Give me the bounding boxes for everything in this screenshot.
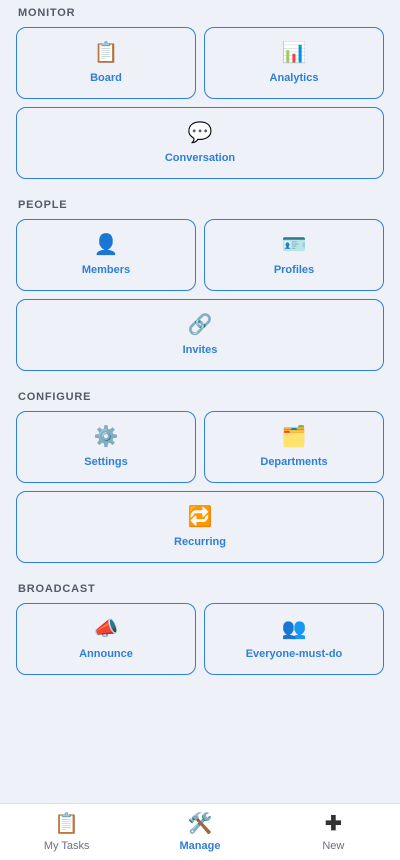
bar-chart-icon: 📊 (281, 42, 307, 64)
tile-settings[interactable]: ⚙️ Settings (16, 411, 196, 483)
tile-label: Departments (260, 456, 328, 468)
tile-label: Invites (182, 344, 218, 356)
tile-label: Settings (84, 456, 128, 468)
person-icon: 👤 (93, 234, 119, 256)
tile-label: Announce (79, 648, 133, 660)
megaphone-icon: 📣 (93, 618, 119, 640)
group-icon: 👥 (281, 618, 307, 640)
tile-announce[interactable]: 📣 Announce (16, 603, 196, 675)
tile-everyone-must-do[interactable]: 👥 Everyone-must-do (204, 603, 384, 675)
tab-label: My Tasks (43, 839, 90, 852)
section-title: BROADCAST (18, 583, 96, 595)
tile-recurring[interactable]: 🔁 Recurring (16, 491, 384, 563)
section-title: MONITOR (18, 7, 76, 19)
speech-bubble-icon: 💬 (187, 122, 213, 144)
section-broadcast: BROADCAST 📣 Announce 👥 Everyone-must-do (0, 583, 400, 683)
tile-label: Everyone-must-do (245, 648, 343, 660)
folders-icon: 🗂️ (281, 426, 307, 448)
tile-members[interactable]: 👤 Members (16, 219, 196, 291)
repeat-icon: 🔁 (187, 506, 213, 528)
clipboard-icon: 📋 (93, 42, 119, 64)
tile-board[interactable]: 📋 Board (16, 27, 196, 99)
tools-icon: 🛠️ (187, 812, 213, 835)
tile-departments[interactable]: 🗂️ Departments (204, 411, 384, 483)
link-icon: 🔗 (187, 314, 213, 336)
section-title: CONFIGURE (18, 391, 92, 403)
tab-manage[interactable]: 🛠️ Manage (133, 804, 266, 860)
tile-analytics[interactable]: 📊 Analytics (204, 27, 384, 99)
bottom-tab-bar: 📋 My Tasks 🛠️ Manage ✚ New (0, 803, 400, 860)
tile-label: Board (90, 72, 122, 84)
tile-invites[interactable]: 🔗 Invites (16, 299, 384, 371)
clipboard-icon: 📋 (54, 812, 80, 835)
section-people: PEOPLE 👤 Members 🪪 Profiles 🔗 Invites (0, 199, 400, 379)
plus-icon: ✚ (324, 812, 342, 835)
tab-new[interactable]: ✚ New (267, 804, 400, 860)
section-configure: CONFIGURE ⚙️ Settings 🗂️ Departments 🔁 R… (0, 391, 400, 571)
tile-label: Conversation (164, 152, 236, 164)
tab-label: Manage (179, 839, 221, 852)
section-title: PEOPLE (18, 199, 68, 211)
gear-icon: ⚙️ (93, 426, 119, 448)
tile-conversation[interactable]: 💬 Conversation (16, 107, 384, 179)
tile-label: Analytics (269, 72, 319, 84)
tab-my-tasks[interactable]: 📋 My Tasks (0, 804, 133, 860)
tile-profiles[interactable]: 🪪 Profiles (204, 219, 384, 291)
tab-label: New (322, 839, 345, 852)
tile-label: Profiles (273, 264, 315, 276)
tile-label: Members (81, 264, 131, 276)
tile-label: Recurring (174, 536, 226, 548)
section-monitor: MONITOR 📋 Board 📊 Analytics 💬 Conversati… (0, 7, 400, 187)
id-card-icon: 🪪 (281, 234, 307, 256)
